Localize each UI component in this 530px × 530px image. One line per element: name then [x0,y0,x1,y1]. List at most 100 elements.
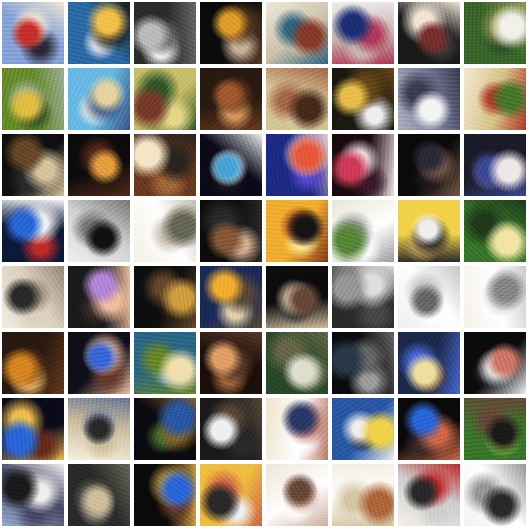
grid-tile [2,134,64,196]
grid-tile [134,464,196,526]
grid-tile [332,134,394,196]
grid-tile [134,398,196,460]
tile-texture [68,464,130,526]
tile-texture [464,2,526,64]
tile-texture [332,332,394,394]
grid-tile [332,464,394,526]
tile-texture [2,200,64,262]
tile-texture [2,266,64,328]
grid-tile [464,134,526,196]
tile-texture [464,68,526,130]
tile-texture [200,2,262,64]
tile-texture [332,2,394,64]
tile-texture [266,68,328,130]
tile-texture [332,398,394,460]
grid-tile [266,2,328,64]
tile-texture [332,68,394,130]
tile-texture [68,200,130,262]
tile-texture [134,464,196,526]
tile-texture [266,134,328,196]
grid-tile [200,134,262,196]
grid-tile [134,200,196,262]
tile-texture [134,332,196,394]
tile-texture [200,464,262,526]
grid-tile [68,332,130,394]
image-grid [0,0,530,530]
tile-texture [332,464,394,526]
grid-tile [398,266,460,328]
tile-texture [464,464,526,526]
grid-tile [398,332,460,394]
grid-tile [134,68,196,130]
tile-texture [134,398,196,460]
grid-tile [398,68,460,130]
tile-texture [398,398,460,460]
grid-tile [200,200,262,262]
tile-texture [464,266,526,328]
tile-texture [266,266,328,328]
grid-tile [398,134,460,196]
tile-texture [266,2,328,64]
grid-tile [134,266,196,328]
grid-tile [266,200,328,262]
grid-tile [266,398,328,460]
grid-tile [2,2,64,64]
grid-tile [332,332,394,394]
tile-texture [398,68,460,130]
tile-texture [68,332,130,394]
tile-texture [200,200,262,262]
grid-tile [266,68,328,130]
grid-tile [2,332,64,394]
grid-tile [68,398,130,460]
grid-tile [68,68,130,130]
tile-texture [266,398,328,460]
tile-texture [2,464,64,526]
tile-texture [200,134,262,196]
tile-texture [464,200,526,262]
grid-tile [332,200,394,262]
grid-tile [68,134,130,196]
tile-texture [68,398,130,460]
tile-texture [134,266,196,328]
tile-texture [68,266,130,328]
grid-tile [134,332,196,394]
tile-texture [398,134,460,196]
tile-texture [134,68,196,130]
tile-texture [200,68,262,130]
grid-tile [200,398,262,460]
grid-tile [398,2,460,64]
tile-texture [398,464,460,526]
tile-texture [398,332,460,394]
grid-tile [266,332,328,394]
grid-tile [200,266,262,328]
grid-tile [2,398,64,460]
tile-texture [2,398,64,460]
grid-tile [464,266,526,328]
tile-texture [464,398,526,460]
grid-tile [398,464,460,526]
grid-tile [68,200,130,262]
grid-tile [464,200,526,262]
grid-tile [332,266,394,328]
tile-texture [398,266,460,328]
tile-texture [68,2,130,64]
grid-tile [68,464,130,526]
grid-tile [332,398,394,460]
tile-texture [200,398,262,460]
tile-texture [134,200,196,262]
tile-texture [134,2,196,64]
grid-tile [134,134,196,196]
grid-tile [68,2,130,64]
tile-texture [464,332,526,394]
tile-texture [398,2,460,64]
grid-tile [266,134,328,196]
tile-texture [398,200,460,262]
grid-tile [464,464,526,526]
grid-tile [332,2,394,64]
grid-tile [464,68,526,130]
grid-tile [2,200,64,262]
tile-texture [134,134,196,196]
tile-texture [200,332,262,394]
grid-tile [200,68,262,130]
tile-texture [68,68,130,130]
